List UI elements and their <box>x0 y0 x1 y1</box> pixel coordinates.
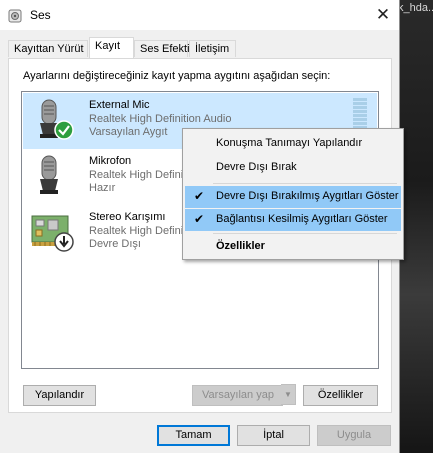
menu-item-label: Konuşma Tanımayı Yapılandır <box>216 137 363 149</box>
device-status: Hazır <box>89 182 116 194</box>
configure-button[interactable]: Yapılandır <box>23 385 96 406</box>
speaker-app-icon <box>8 9 22 23</box>
window-title: Ses <box>30 8 51 22</box>
set-default-dropdown-arrow[interactable]: ▼ <box>281 384 296 405</box>
device-name: External Mic <box>89 99 150 111</box>
menu-item-configure-speech[interactable]: Konuşma Tanımayı Yapılandır <box>185 133 401 155</box>
menu-item-label: Bağlantısı Kesilmiş Aygıtları Göster <box>216 213 388 225</box>
device-driver: Realtek High Definition Audio <box>89 113 232 125</box>
instruction-text: Ayarlarını değiştireceğiniz kayıt yapma … <box>23 70 331 82</box>
tab-playback[interactable]: Kayıttan Yürüt <box>8 40 88 57</box>
background-window-text: k_hda... <box>398 2 433 14</box>
tab-recording[interactable]: Kayıt <box>89 37 134 58</box>
context-menu: Konuşma Tanımayı Yapılandır Devre Dışı B… <box>182 128 404 260</box>
menu-separator <box>213 183 397 184</box>
device-status: Varsayılan Aygıt <box>89 126 168 138</box>
menu-item-label: Devre Dışı Bırakılmış Aygıtları Göster <box>216 190 399 202</box>
device-name: Stereo Karışımı <box>89 211 166 223</box>
tab-sound-effects[interactable]: Ses Efekti <box>134 40 190 57</box>
menu-item-label: Özellikler <box>216 240 265 252</box>
device-status: Devre Dışı <box>89 238 141 250</box>
menu-item-disable[interactable]: Devre Dışı Bırak <box>185 157 401 179</box>
down-arrow-badge-icon <box>54 232 74 252</box>
ok-button[interactable]: Tamam <box>157 425 230 446</box>
apply-button[interactable]: Uygula <box>317 425 391 446</box>
close-button[interactable]: ✕ <box>370 3 396 27</box>
menu-item-properties[interactable]: Özellikler <box>185 236 401 258</box>
title-bar[interactable]: Ses ✕ <box>0 0 399 30</box>
set-default-button[interactable]: Varsayılan yap <box>192 385 283 406</box>
checkmark-icon: ✔ <box>194 189 205 203</box>
background-window <box>400 0 433 453</box>
default-check-badge-icon <box>54 120 74 140</box>
menu-item-show-disconnected[interactable]: ✔ Bağlantısı Kesilmiş Aygıtları Göster <box>185 209 401 231</box>
microphone-icon <box>40 155 58 194</box>
menu-separator <box>213 233 397 234</box>
cancel-button[interactable]: İptal <box>237 425 310 446</box>
menu-item-label: Devre Dışı Bırak <box>216 161 297 173</box>
menu-item-show-disabled[interactable]: ✔ Devre Dışı Bırakılmış Aygıtları Göster <box>185 186 401 208</box>
checkmark-icon: ✔ <box>194 212 205 226</box>
properties-button[interactable]: Özellikler <box>303 385 378 406</box>
tab-communications[interactable]: İletişim <box>189 40 236 57</box>
device-name: Mikrofon <box>89 155 132 167</box>
